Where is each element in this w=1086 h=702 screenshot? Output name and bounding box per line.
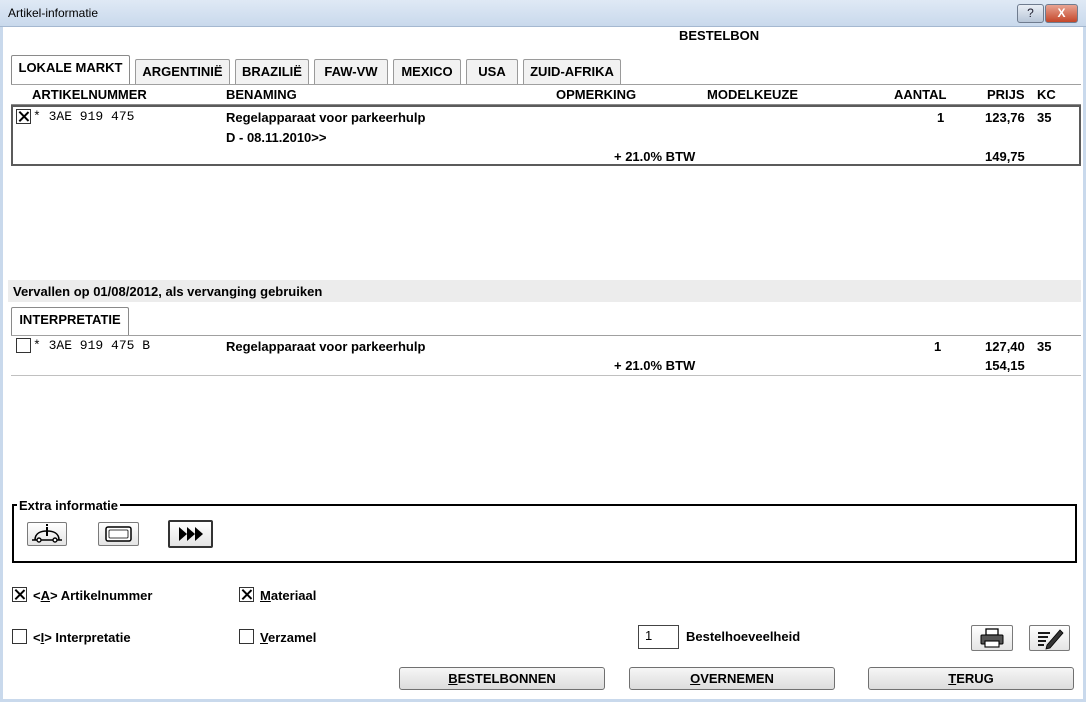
extra-info-legend: Extra informatie [17,498,120,513]
main-item-price-incl-vat: 149,75 [985,149,1025,164]
vehicle-info-button[interactable] [27,522,67,546]
article-number-option-label[interactable]: <A> Artikelnummer [33,588,152,603]
column-price: PRIJS [987,87,1025,102]
window-title: Artikel-informatie [8,6,99,20]
replacement-item-checkbox[interactable] [16,338,31,353]
print-button[interactable] [971,625,1013,651]
close-button[interactable]: X [1045,4,1078,23]
order-quantity-input[interactable]: 1 [638,625,679,649]
tab-underline [11,84,1081,85]
main-item-row[interactable] [11,105,1081,166]
replacement-item-kc: 35 [1037,339,1052,354]
tab-zuid-afrika[interactable]: ZUID-AFRIKA [523,59,621,84]
interpretation-checkbox[interactable] [12,629,27,644]
forward-button[interactable] [168,520,213,548]
column-quantity: AANTAL [894,87,947,102]
column-article-number: ARTIKELNUMMER [32,87,147,102]
replacement-row-divider [11,375,1081,376]
article-number-checkbox[interactable] [12,587,27,602]
replacement-item-price: 127,40 [985,339,1025,354]
replacement-item-vat: + 21.0% BTW [614,358,696,373]
vehicle-info-icon [32,524,62,543]
tab-usa[interactable]: USA [466,59,518,84]
replacement-item-price-incl-vat: 154,15 [985,358,1025,373]
collection-option-label[interactable]: Verzamel [260,630,316,645]
edit-notes-button[interactable] [1029,625,1070,651]
tab-lokale-markt[interactable]: LOKALE MARKT [11,55,130,85]
order-title: BESTELBON [679,28,760,43]
replacement-item-quantity: 1 [934,339,942,354]
main-item-kc: 35 [1037,110,1052,125]
part-frame-icon [105,526,132,542]
main-item-article-number: * 3AE 919 475 [33,109,135,124]
tab-brazilie[interactable]: BRAZILIË [235,59,309,84]
main-item-price: 123,76 [985,110,1025,125]
tab-argentinie[interactable]: ARGENTINIË [135,59,230,84]
main-item-vat: + 21.0% BTW [614,149,696,164]
replacement-item-article-number: * 3AE 919 475 B [33,338,151,353]
back-button[interactable]: TERUG [868,667,1074,690]
main-item-quantity: 1 [937,110,945,125]
edit-list-icon [1038,629,1064,650]
tab-faw-vw[interactable]: FAW-VW [314,59,388,84]
replacement-tab-underline [11,335,1081,336]
material-option-label[interactable]: Materiaal [260,588,316,603]
main-item-checkbox[interactable] [16,109,31,124]
tab-interpretatie[interactable]: INTERPRETATIE [11,307,129,336]
order-quantity-label: Bestelhoeveelheid [686,629,801,644]
replacement-item-name: Regelapparaat voor parkeerhulp [226,339,426,354]
column-model-choice: MODELKEUZE [707,87,798,102]
main-item-name: Regelapparaat voor parkeerhulp [226,110,426,125]
order-forms-button[interactable]: BESTELBONNEN [399,667,605,690]
column-name: BENAMING [226,87,297,102]
triple-chevron-right-icon [179,527,203,541]
material-checkbox[interactable] [239,587,254,602]
main-item-date: D - 08.11.2010>> [226,130,327,145]
column-kc: KC [1037,87,1056,102]
title-bar: Artikel-informatie ? X [0,0,1086,27]
column-remark: OPMERKING [556,87,637,102]
interpretation-option-label[interactable]: <I> Interpretatie [33,630,131,645]
part-frame-button[interactable] [98,522,139,546]
replacement-notice: Vervallen op 01/08/2012, als vervanging … [13,284,323,299]
adopt-button[interactable]: OVERNEMEN [629,667,835,690]
collection-checkbox[interactable] [239,629,254,644]
printer-icon [980,628,1004,648]
tab-mexico[interactable]: MEXICO [393,59,461,84]
help-button[interactable]: ? [1017,4,1044,23]
